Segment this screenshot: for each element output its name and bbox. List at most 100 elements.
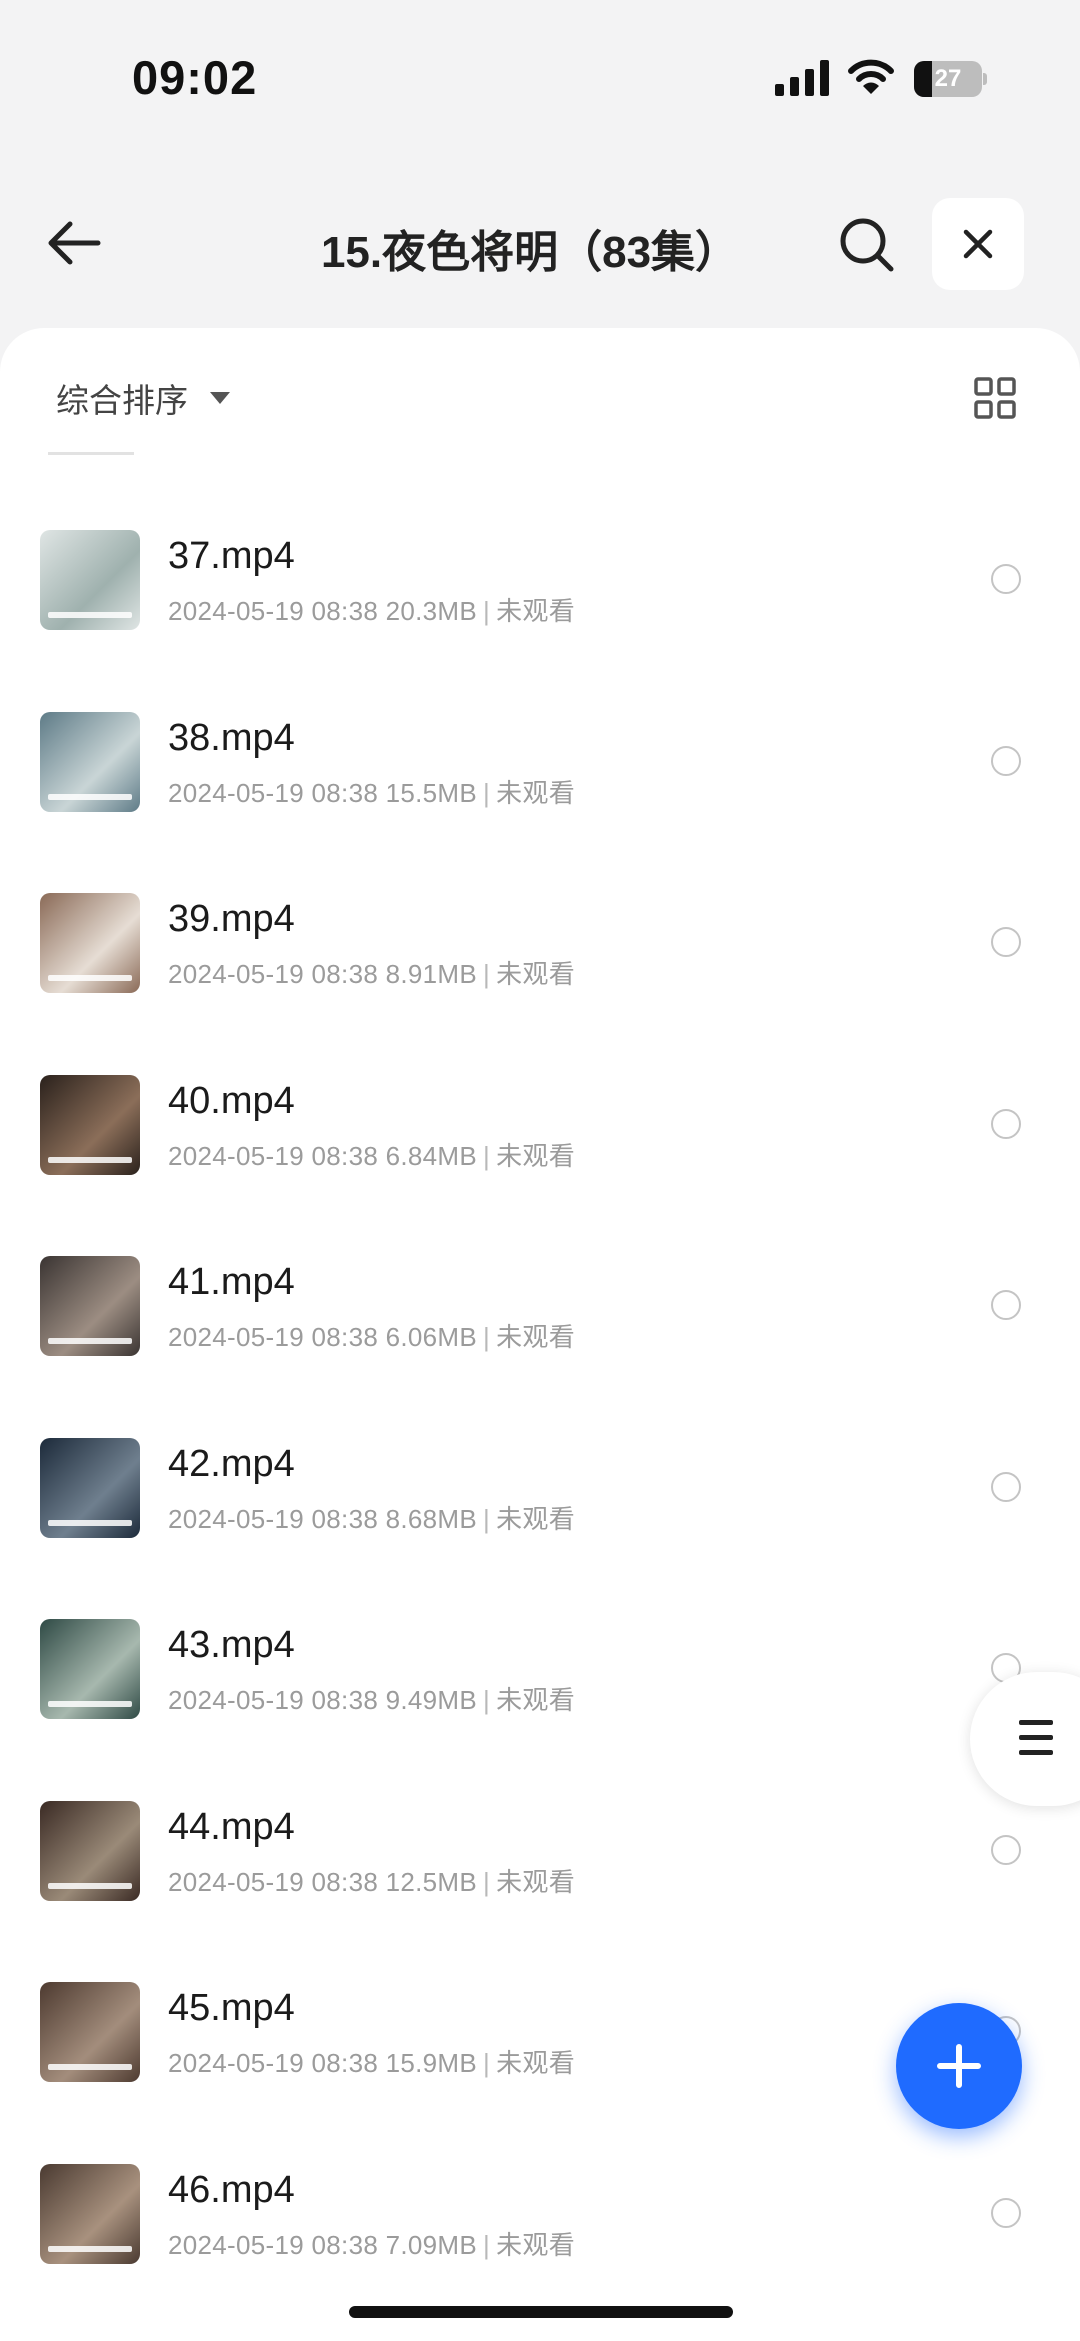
video-thumbnail <box>40 711 140 812</box>
watch-status: 未观看 <box>496 1503 575 1534</box>
file-name: 44.mp4 <box>168 1805 295 1848</box>
sort-dropdown[interactable]: 综合排序 <box>56 368 230 428</box>
file-date: 2024-05-19 08:38 <box>168 1140 379 1171</box>
watch-status: 未观看 <box>496 596 575 626</box>
header: 15.夜色将明（83集） <box>0 190 1080 300</box>
file-row[interactable]: 39.mp4 2024-05-19 08:38 8.91MB | 未观看 <box>0 858 1080 1040</box>
file-row[interactable]: 40.mp4 2024-05-19 08:38 6.84MB | 未观看 <box>0 1040 1080 1222</box>
caret-down-icon <box>210 392 230 404</box>
file-date: 2024-05-19 08:38 <box>168 777 379 808</box>
meta-separator: | <box>483 2048 491 2078</box>
file-date: 2024-05-19 08:38 <box>168 2229 379 2260</box>
grid-view-icon <box>974 377 1016 419</box>
file-date: 2024-05-19 08:38 <box>168 1503 379 1534</box>
search-button[interactable] <box>832 210 902 280</box>
sort-label: 综合排序 <box>56 382 188 419</box>
file-date: 2024-05-19 08:38 <box>168 959 379 989</box>
meta-separator: | <box>483 777 491 808</box>
watch-status: 未观看 <box>496 1685 575 1715</box>
wifi-icon <box>848 59 894 94</box>
file-meta: 2024-05-19 08:38 15.5MB | 未观看 <box>168 773 575 810</box>
file-row[interactable]: 37.mp4 2024-05-19 08:38 20.3MB | 未观看 <box>0 495 1080 677</box>
file-name: 43.mp4 <box>168 1624 295 1666</box>
divider <box>48 452 134 455</box>
back-button[interactable] <box>38 212 110 274</box>
video-thumbnail <box>40 1074 140 1175</box>
select-radio[interactable] <box>991 1290 1021 1320</box>
file-row[interactable]: 46.mp4 2024-05-19 08:38 7.09MB | 未观看 <box>0 2129 1080 2311</box>
file-size: 7.09MB <box>385 2229 478 2260</box>
file-row[interactable]: 44.mp4 2024-05-19 08:38 12.5MB | 未观看 <box>0 1766 1080 1948</box>
video-thumbnail <box>40 893 140 993</box>
meta-separator: | <box>483 2229 491 2260</box>
file-name: 41.mp4 <box>168 1261 295 1303</box>
file-name: 42.mp4 <box>168 1442 295 1485</box>
file-meta: 2024-05-19 08:38 20.3MB | 未观看 <box>168 591 575 628</box>
file-meta: 2024-05-19 08:38 6.84MB | 未观看 <box>168 1136 575 1173</box>
menu-lines-icon <box>1019 1720 1053 1765</box>
file-date: 2024-05-19 08:38 <box>168 2048 379 2078</box>
file-meta: 2024-05-19 08:38 6.06MB | 未观看 <box>168 1317 575 1354</box>
meta-separator: | <box>483 1140 491 1171</box>
select-radio[interactable] <box>991 2197 1021 2228</box>
file-row[interactable]: 41.mp4 2024-05-19 08:38 6.06MB | 未观看 <box>0 1221 1080 1403</box>
watch-status: 未观看 <box>496 1140 575 1171</box>
video-thumbnail <box>40 1437 140 1538</box>
file-meta: 2024-05-19 08:38 9.49MB | 未观看 <box>168 1680 575 1717</box>
watch-status: 未观看 <box>496 959 575 989</box>
file-name: 39.mp4 <box>168 898 295 940</box>
file-size: 8.91MB <box>385 959 478 989</box>
page-title: 15.夜色将明（83集） <box>320 228 740 277</box>
screen: 09:02 27 15.夜色将明（83集） 综合排序 37.mp4 2024-0… <box>0 0 1080 2341</box>
watch-status: 未观看 <box>496 2048 575 2078</box>
video-thumbnail <box>40 530 140 630</box>
file-name: 45.mp4 <box>168 1987 295 2029</box>
video-thumbnail <box>40 1619 140 1719</box>
search-icon <box>840 218 894 272</box>
grid-view-button[interactable] <box>967 370 1023 426</box>
select-radio[interactable] <box>991 745 1021 776</box>
meta-separator: | <box>483 959 491 989</box>
file-meta: 2024-05-19 08:38 8.68MB | 未观看 <box>168 1499 575 1536</box>
add-button[interactable] <box>896 2003 1022 2129</box>
signal-icon <box>775 60 829 96</box>
close-button[interactable] <box>932 198 1024 290</box>
back-arrow-icon <box>48 221 101 265</box>
select-radio[interactable] <box>991 1834 1021 1865</box>
file-name: 38.mp4 <box>168 716 295 759</box>
watch-status: 未观看 <box>496 2229 575 2260</box>
file-row[interactable]: 43.mp4 2024-05-19 08:38 9.49MB | 未观看 <box>0 1584 1080 1766</box>
file-date: 2024-05-19 08:38 <box>168 1685 379 1715</box>
file-size: 15.9MB <box>385 2048 478 2078</box>
meta-separator: | <box>483 1503 491 1534</box>
meta-separator: | <box>483 1866 491 1897</box>
file-date: 2024-05-19 08:38 <box>168 1322 379 1352</box>
video-thumbnail <box>40 1982 140 2082</box>
file-meta: 2024-05-19 08:38 7.09MB | 未观看 <box>168 2225 575 2262</box>
file-row[interactable]: 38.mp4 2024-05-19 08:38 15.5MB | 未观看 <box>0 677 1080 859</box>
watch-status: 未观看 <box>496 1866 575 1897</box>
select-radio[interactable] <box>991 927 1021 957</box>
battery-level: 27 <box>934 65 962 92</box>
file-size: 20.3MB <box>385 596 478 626</box>
select-radio[interactable] <box>991 564 1021 594</box>
file-size: 9.49MB <box>385 1685 478 1715</box>
select-radio[interactable] <box>991 1108 1021 1139</box>
status-bar: 09:02 27 <box>0 0 1080 150</box>
file-meta: 2024-05-19 08:38 8.91MB | 未观看 <box>168 954 575 991</box>
file-name: 40.mp4 <box>168 1079 295 1122</box>
file-size: 6.06MB <box>385 1322 478 1352</box>
meta-separator: | <box>483 596 491 626</box>
video-thumbnail <box>40 1256 140 1356</box>
file-row[interactable]: 42.mp4 2024-05-19 08:38 8.68MB | 未观看 <box>0 1403 1080 1585</box>
video-thumbnail <box>40 1800 140 1901</box>
close-icon <box>963 229 993 259</box>
select-radio[interactable] <box>991 1471 1021 1502</box>
file-date: 2024-05-19 08:38 <box>168 596 379 626</box>
file-meta: 2024-05-19 08:38 15.9MB | 未观看 <box>168 2043 575 2080</box>
battery-icon: 27 <box>914 61 987 97</box>
status-time: 09:02 <box>132 51 258 104</box>
watch-status: 未观看 <box>496 777 575 808</box>
plus-icon <box>937 2044 981 2088</box>
video-thumbnail <box>40 2163 140 2264</box>
